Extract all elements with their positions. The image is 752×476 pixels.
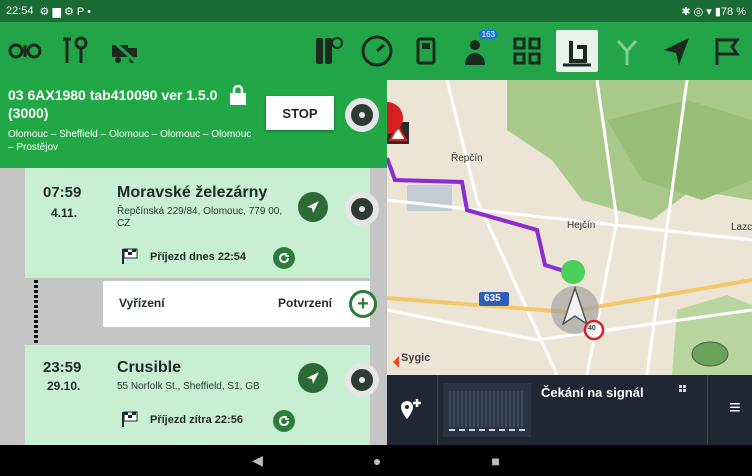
navigate-button[interactable]	[298, 192, 328, 222]
menu-button[interactable]: ≡	[729, 397, 741, 420]
main-toolbar: 163	[0, 22, 752, 80]
signal-graph	[443, 383, 531, 437]
status-icons-right: ✱ ◎ ▾ ▮78 %	[681, 5, 746, 18]
speed-limit-sign: 40	[588, 325, 596, 332]
stop-address: 55 Norfolk St., Sheffield, S1, GB	[117, 381, 260, 392]
trip-header: 03 6AX1980 tab410090 ver 1.5.0 (3000) Ol…	[0, 80, 387, 168]
map-label-lazce: Lazc	[731, 222, 752, 233]
action-potvrzeni[interactable]: Potvrzení	[278, 296, 332, 310]
stop-date: 4.11.	[51, 206, 78, 220]
back-button[interactable]: ◀	[252, 452, 263, 469]
status-bar: 22:54 ⚙ ▆ ⚙ P • ✱ ◎ ▾ ▮78 %	[0, 0, 752, 22]
clock: 22:54	[6, 5, 34, 17]
truck-off-icon[interactable]	[104, 30, 146, 72]
add-button[interactable]: +	[349, 290, 377, 318]
action-bar: Vyřízení Potvrzení +	[103, 281, 377, 327]
navigate-button[interactable]	[298, 363, 328, 393]
stop-list: 07:59 4.11. Moravské železárny Řepčínská…	[0, 168, 387, 445]
tools-icon[interactable]	[54, 30, 96, 72]
stop-toggle[interactable]	[345, 363, 379, 397]
road-sign-icon[interactable]	[556, 30, 598, 72]
road-number: 635	[484, 293, 501, 304]
map-label-hejcin: Hejčín	[567, 220, 596, 231]
status-icons-left: ⚙ ▆ ⚙ P •	[39, 5, 91, 18]
refresh-button[interactable]	[273, 410, 295, 432]
action-vyrizeni[interactable]: Vyřízení	[119, 296, 165, 310]
navigate-arrow-icon	[307, 372, 319, 384]
navigate-arrow-icon	[307, 201, 319, 213]
recents-button[interactable]: ■	[491, 453, 499, 469]
trip-title: 03 6AX1980 tab410090 ver 1.5.0 (3000)	[8, 87, 218, 121]
stop-address: Řepčínská 229/84, Olomouc, 779 00, CZ	[117, 206, 283, 229]
refresh-icon	[279, 253, 290, 264]
map-label-repcin: Řepčín	[451, 153, 483, 164]
stop-time: 23:59	[43, 359, 82, 376]
person-hand-icon[interactable]: 163	[456, 30, 498, 72]
grid-icon[interactable]	[506, 30, 548, 72]
lock-icon[interactable]	[228, 84, 248, 111]
refresh-button[interactable]	[273, 247, 295, 269]
panel-divider	[707, 375, 708, 445]
stop-card-1[interactable]: 07:59 4.11. Moravské železárny Řepčínská…	[25, 168, 379, 278]
add-waypoint-button[interactable]	[395, 393, 427, 425]
arrival-text: Příjezd zítra 22:56	[150, 414, 243, 426]
stop-toggle[interactable]	[345, 192, 379, 226]
stop-button[interactable]: STOP	[266, 96, 334, 130]
fuel-icon[interactable]	[406, 30, 448, 72]
location-pin-plus-icon	[401, 399, 421, 419]
trip-route: Olomouc – Sheffield – Olomouc – Olomouc …	[8, 129, 252, 153]
navigation-map[interactable]: Řepčín Hejčín Lazc 635 40 Sygic	[387, 80, 752, 375]
navigate-arrow-icon[interactable]	[656, 30, 698, 72]
panel-divider	[437, 375, 438, 445]
stop-time: 07:59	[43, 184, 82, 201]
refresh-icon	[279, 416, 290, 427]
sygic-logo: Sygic	[401, 352, 431, 364]
arrival-text: Příjezd dnes 22:54	[150, 251, 246, 263]
stop-name: Crusible	[117, 359, 182, 376]
mini-grid-icon	[679, 385, 689, 397]
notification-badge: 163	[478, 30, 498, 39]
signal-status: Čekání na signál	[541, 385, 644, 400]
android-navigation-bar: ◀ ● ■	[0, 445, 752, 476]
stop-date: 29.10.	[47, 379, 81, 393]
stop-card-2[interactable]: 23:59 29.10. Crusible 55 Norfolk St., Sh…	[25, 345, 379, 445]
checkered-flag-icon	[121, 411, 139, 432]
speedometer-icon[interactable]	[356, 30, 398, 72]
split-arrow-icon[interactable]	[606, 30, 648, 72]
tire-icon[interactable]	[306, 30, 348, 72]
header-toggle[interactable]	[345, 98, 379, 132]
flag-icon[interactable]	[706, 30, 748, 72]
home-button[interactable]: ●	[373, 453, 381, 469]
drone-icon[interactable]	[4, 30, 46, 72]
stop-name: Moravské železárny	[117, 184, 268, 201]
navigation-panel: Čekání na signál ≡	[387, 375, 752, 445]
checkered-flag-icon	[121, 248, 139, 269]
